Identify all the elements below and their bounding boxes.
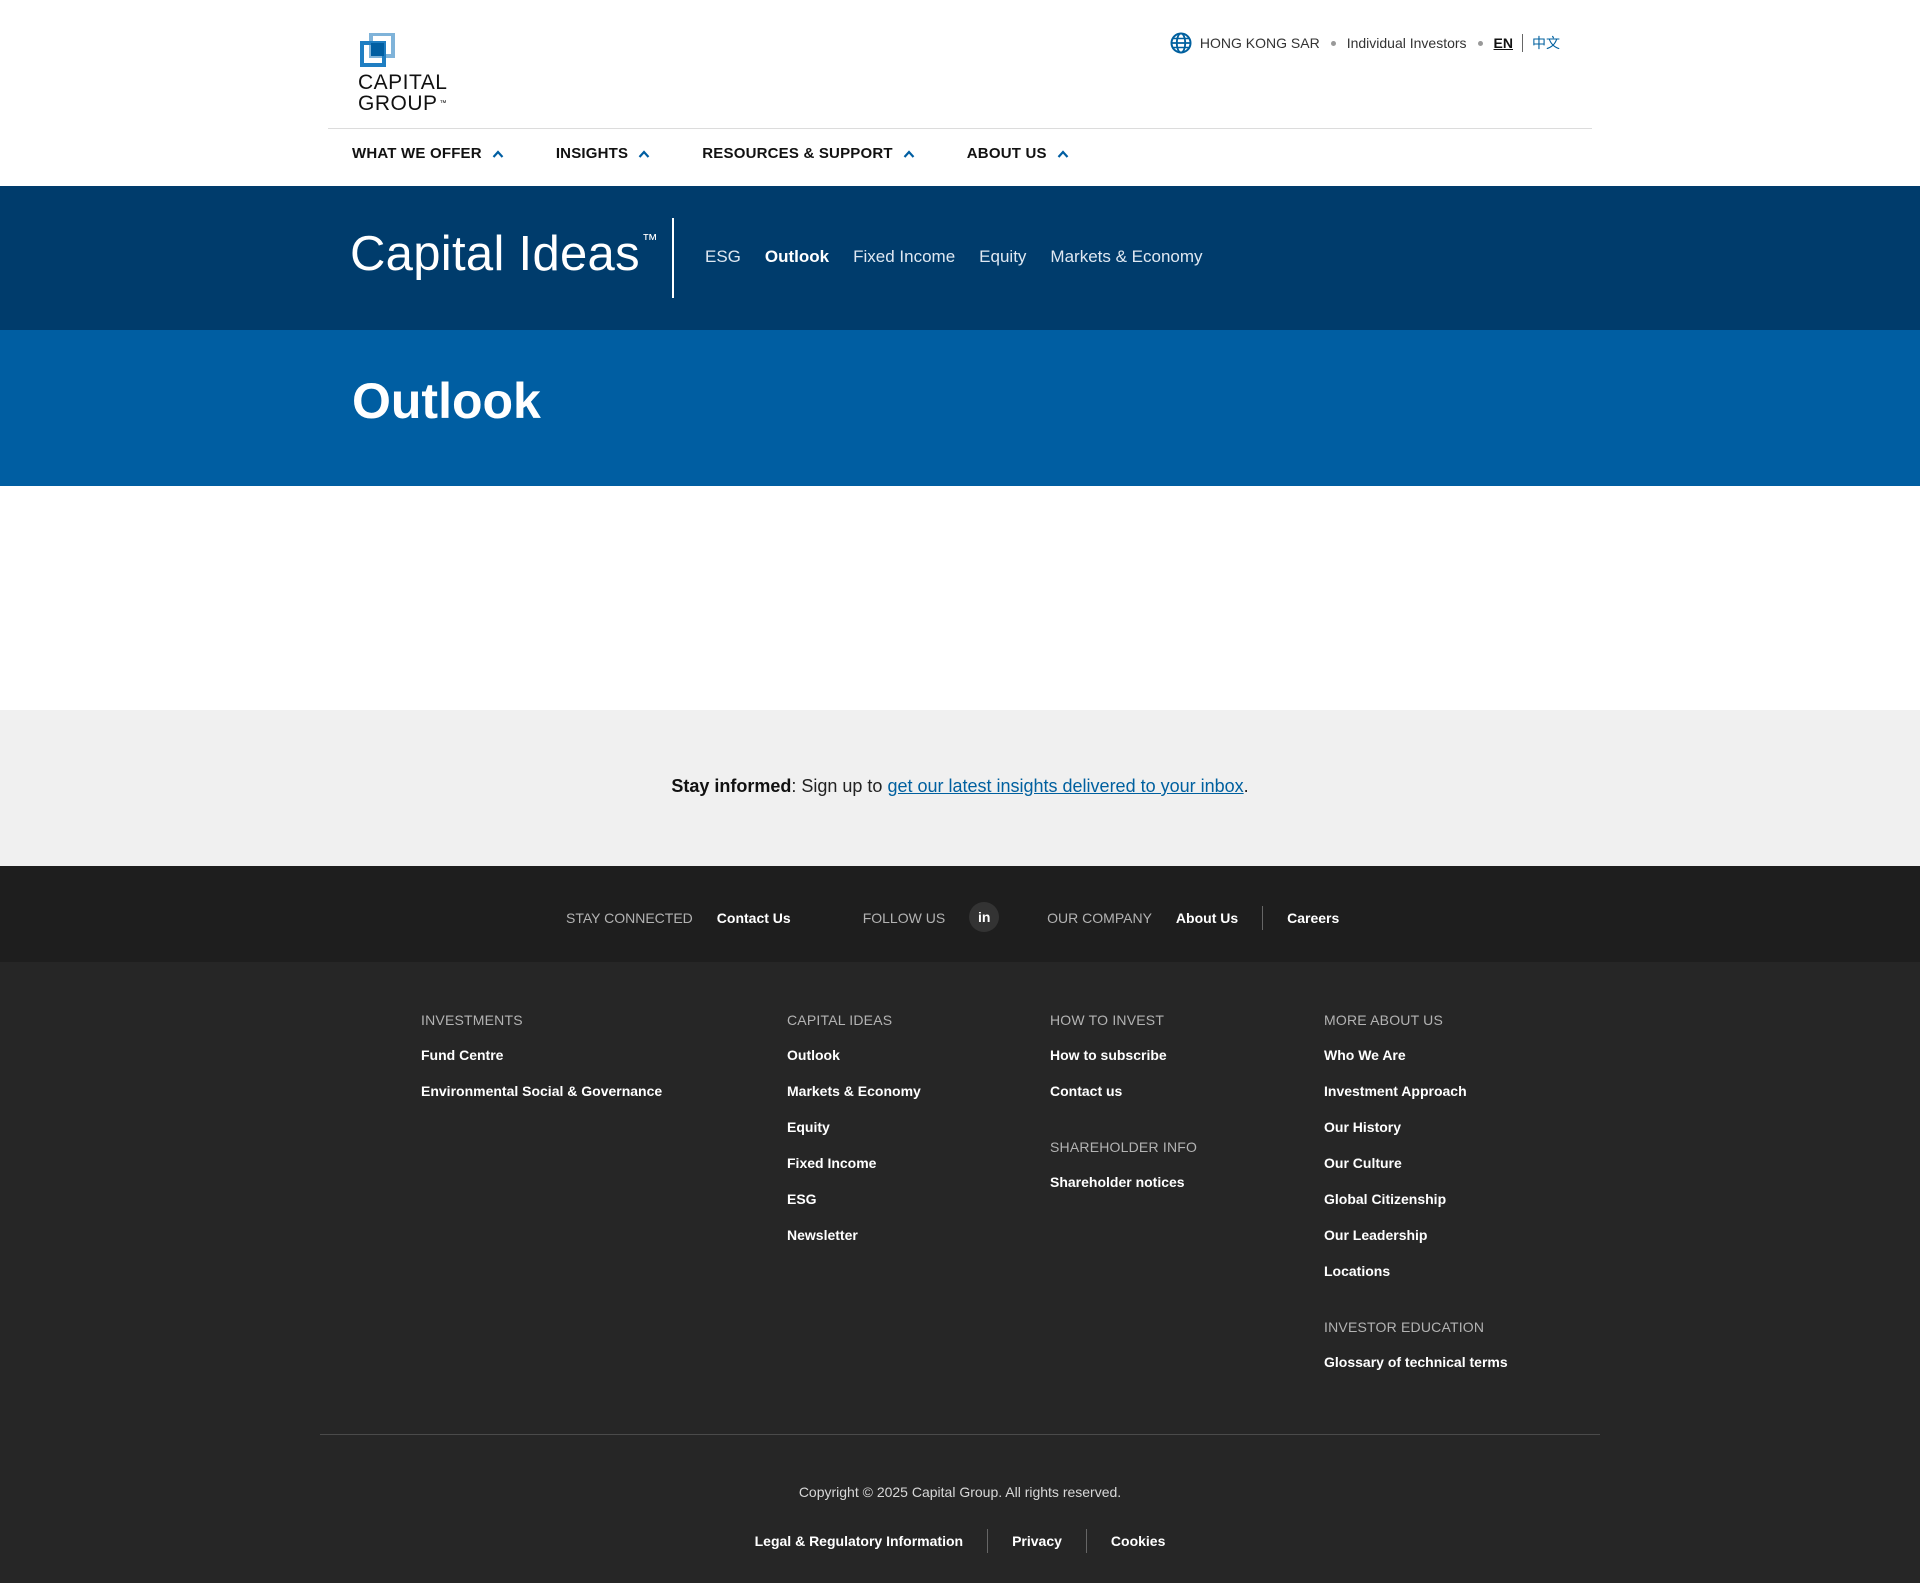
capital-ideas-divider xyxy=(672,218,674,298)
footer-heading: HOW TO INVEST xyxy=(1050,1012,1165,1028)
footer-link[interactable]: Our History xyxy=(1324,1119,1508,1135)
separator-dot xyxy=(1477,40,1483,46)
nav-label: WHAT WE OFFER xyxy=(352,145,482,162)
subscribe-banner: Stay informed: Sign up to get our latest… xyxy=(0,710,1920,866)
capital-ideas-band: Capital Ideas ™ ESG Outlook Fixed Income … xyxy=(0,186,1920,330)
footer-heading: SHAREHOLDER INFO xyxy=(1050,1139,1198,1155)
header-divider xyxy=(328,128,1592,129)
footer-link[interactable]: Shareholder notices xyxy=(1050,1174,1197,1190)
subscribe-bold: Stay informed xyxy=(671,776,792,796)
footer-heading: INVESTMENTS xyxy=(421,1012,523,1028)
contact-us-link[interactable]: Contact Us xyxy=(717,910,791,926)
link-divider xyxy=(1262,906,1264,930)
main-navigation: WHAT WE OFFER INSIGHTS RESOURCES & SUPPO… xyxy=(352,145,1121,162)
capital-group-logo[interactable]: CAPITAL GROUP ™ xyxy=(358,32,458,117)
separator-dot xyxy=(1330,40,1336,46)
nav-label: INSIGHTS xyxy=(555,145,629,162)
connect-bar: STAY CONNECTED Contact Us FOLLOW US in O… xyxy=(0,866,1920,962)
logo-line-2: GROUP xyxy=(358,92,438,115)
footer-link[interactable]: Equity xyxy=(787,1119,921,1135)
site-header: CAPITAL GROUP ™ HONG KONG SAR Individual … xyxy=(0,0,1920,186)
subscribe-end: . xyxy=(1243,776,1249,796)
site-footer: INVESTMENTS Fund Centre Environmental So… xyxy=(0,962,1920,1583)
footer-link[interactable]: Fund Centre xyxy=(421,1047,662,1063)
page-title: Outlook xyxy=(352,373,541,429)
ideas-tab-fixed-income[interactable]: Fixed Income xyxy=(853,247,955,267)
ideas-tab-outlook[interactable]: Outlook xyxy=(765,247,829,267)
privacy-link[interactable]: Privacy xyxy=(1012,1533,1062,1549)
language-divider xyxy=(1522,34,1523,52)
stay-connected-label: STAY CONNECTED xyxy=(566,910,693,926)
connect-bar-content: STAY CONNECTED Contact Us FOLLOW US in O… xyxy=(566,902,1339,932)
footer-link[interactable]: Environmental Social & Governance xyxy=(421,1083,662,1099)
footer-link[interactable]: How to subscribe xyxy=(1050,1047,1197,1063)
footer-link[interactable]: Locations xyxy=(1324,1263,1508,1279)
ideas-tab-equity[interactable]: Equity xyxy=(979,247,1026,267)
subscribe-prefix: : Sign up to xyxy=(791,776,888,796)
footer-heading: INVESTOR EDUCATION xyxy=(1324,1319,1485,1335)
footer-link[interactable]: Global Citizenship xyxy=(1324,1191,1508,1207)
logo-wordmark: CAPITAL GROUP ™ xyxy=(358,72,447,114)
capital-ideas-title-text: Capital Ideas xyxy=(350,227,640,281)
nav-label: ABOUT US xyxy=(966,145,1047,162)
logo-mark-icon xyxy=(360,33,395,67)
link-divider xyxy=(1085,1529,1087,1553)
footer-heading: MORE ABOUT US xyxy=(1324,1012,1444,1028)
footer-link[interactable]: Our Leadership xyxy=(1324,1227,1508,1243)
subscribe-link[interactable]: get our latest insights delivered to you… xyxy=(887,776,1243,796)
linkedin-icon[interactable]: in xyxy=(969,902,1000,932)
audience-selector[interactable]: Individual Investors xyxy=(1347,35,1467,51)
chevron-up-icon xyxy=(1057,149,1069,158)
about-us-link[interactable]: About Us xyxy=(1176,910,1238,926)
footer-link[interactable]: Our Culture xyxy=(1324,1155,1508,1171)
nav-insights[interactable]: INSIGHTS xyxy=(556,145,650,162)
capital-ideas-trademark: ™ xyxy=(641,232,659,249)
nav-about-us[interactable]: ABOUT US xyxy=(967,145,1069,162)
link-divider xyxy=(987,1529,989,1553)
footer-col-how-to-invest: HOW TO INVEST How to subscribe Contact u… xyxy=(1050,1012,1197,1210)
chevron-up-icon xyxy=(638,149,650,158)
cookies-link[interactable]: Cookies xyxy=(1111,1533,1165,1549)
nav-label: RESOURCES & SUPPORT xyxy=(702,145,893,162)
subscribe-text: Stay informed: Sign up to get our latest… xyxy=(0,776,1920,797)
region-selector[interactable]: HONG KONG SAR xyxy=(1200,35,1320,51)
footer-link[interactable]: Investment Approach xyxy=(1324,1083,1508,1099)
nav-what-we-offer[interactable]: WHAT WE OFFER xyxy=(352,145,504,162)
capital-ideas-title[interactable]: Capital Ideas ™ xyxy=(350,226,658,282)
utility-bar: HONG KONG SAR Individual Investors EN 中文 xyxy=(1170,32,1560,54)
footer-heading: CAPITAL IDEAS xyxy=(787,1012,893,1028)
follow-us-label: FOLLOW US xyxy=(862,910,946,926)
ideas-tab-esg[interactable]: ESG xyxy=(705,247,741,267)
logo-trademark: ™ xyxy=(439,100,448,107)
language-zh-link[interactable]: 中文 xyxy=(1532,33,1560,53)
our-company-label: OUR COMPANY xyxy=(1047,910,1152,926)
logo-line-1: CAPITAL xyxy=(358,71,448,94)
footer-link[interactable]: Contact us xyxy=(1050,1083,1197,1099)
footer-col-investments: INVESTMENTS Fund Centre Environmental So… xyxy=(421,1012,662,1119)
globe-icon[interactable] xyxy=(1170,32,1192,54)
footer-link[interactable]: Glossary of technical terms xyxy=(1324,1354,1508,1370)
footer-link[interactable]: Markets & Economy xyxy=(787,1083,921,1099)
legal-regulatory-link[interactable]: Legal & Regulatory Information xyxy=(755,1533,963,1549)
copyright-text: Copyright © 2025 Capital Group. All righ… xyxy=(798,1484,1122,1500)
page-hero: Outlook xyxy=(0,330,1920,486)
careers-link[interactable]: Careers xyxy=(1287,910,1339,926)
footer-link[interactable]: Who We Are xyxy=(1324,1047,1508,1063)
chevron-up-icon xyxy=(492,149,504,158)
footer-link[interactable]: Outlook xyxy=(787,1047,921,1063)
footer-link[interactable]: Newsletter xyxy=(787,1227,921,1243)
chevron-up-icon xyxy=(903,149,915,158)
language-en-link[interactable]: EN xyxy=(1494,35,1513,51)
capital-ideas-nav: ESG Outlook Fixed Income Equity Markets … xyxy=(705,247,1227,267)
footer-col-capital-ideas: CAPITAL IDEAS Outlook Markets & Economy … xyxy=(787,1012,921,1263)
footer-divider xyxy=(320,1434,1600,1435)
ideas-tab-markets-economy[interactable]: Markets & Economy xyxy=(1050,247,1202,267)
legal-links: Legal & Regulatory Information Privacy C… xyxy=(0,1529,1920,1553)
nav-resources-support[interactable]: RESOURCES & SUPPORT xyxy=(702,145,915,162)
footer-col-more-about-us: MORE ABOUT US Who We Are Investment Appr… xyxy=(1324,1012,1508,1390)
footer-link[interactable]: ESG xyxy=(787,1191,921,1207)
footer-link[interactable]: Fixed Income xyxy=(787,1155,921,1171)
